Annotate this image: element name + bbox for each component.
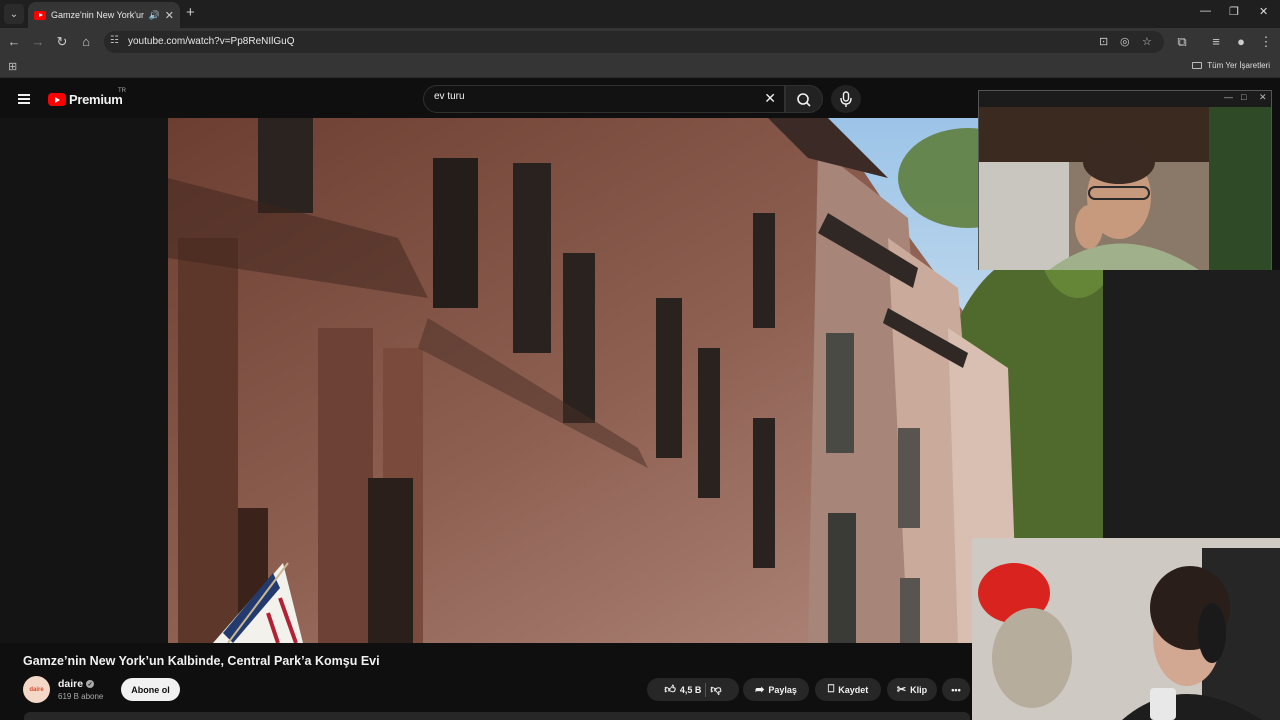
back-icon[interactable]: ←: [6, 34, 22, 49]
apps-grid-icon[interactable]: ⊞: [8, 60, 17, 73]
forward-icon[interactable]: →: [30, 34, 46, 49]
channel-name-text[interactable]: daire: [58, 678, 83, 690]
speaker-icon[interactable]: 🔊: [149, 10, 160, 21]
home-icon[interactable]: ⌂: [78, 34, 94, 49]
country-code: TR: [118, 88, 126, 94]
mic-icon: [840, 91, 852, 107]
youtube-logo[interactable]: Premium TR: [48, 88, 126, 107]
save-label: Kaydet: [838, 684, 869, 695]
like-count[interactable]: 4,5 B: [680, 685, 702, 695]
channel-name[interactable]: daire ✓: [58, 678, 95, 690]
like-divider: [705, 682, 707, 697]
url-text[interactable]: youtube.com/watch?v=Pp8ReNIlGuQ: [128, 36, 294, 47]
minimize-button[interactable]: —: [1200, 5, 1211, 17]
secondary-column: [1103, 270, 1280, 540]
webcam-feed-bottom: [972, 538, 1280, 720]
webcam-maximize-icon[interactable]: □: [1241, 92, 1246, 102]
like-icon[interactable]: 👍︎: [664, 683, 676, 696]
browser-tab[interactable]: Gamze'nin New York'un Kalbinde, Central …: [28, 2, 180, 28]
voice-search-button[interactable]: [831, 85, 861, 113]
share-label: Paylaş: [768, 684, 797, 695]
webcam-window-top[interactable]: — □ ✕: [978, 90, 1272, 270]
verified-icon: ✓: [86, 680, 95, 688]
site-info-icon[interactable]: ☷: [110, 35, 119, 46]
youtube-play-icon: [48, 93, 66, 106]
webcam-close-icon[interactable]: ✕: [1259, 92, 1267, 103]
queue-icon[interactable]: ≡: [1208, 34, 1224, 49]
install-icon[interactable]: ⊡: [1099, 35, 1108, 48]
star-icon[interactable]: ☆: [1142, 35, 1152, 48]
video-title: Gamze’nin New York’un Kalbinde, Central …: [23, 654, 380, 668]
video-frame: [168, 118, 1103, 643]
clear-search-icon[interactable]: ✕: [764, 90, 776, 107]
eye-off-icon[interactable]: ◎: [1120, 35, 1130, 48]
reload-icon[interactable]: ↻: [54, 34, 70, 50]
dislike-icon[interactable]: 👎︎: [710, 683, 721, 696]
scissors-icon: ✂: [896, 684, 907, 696]
share-button[interactable]: ➦ Paylaş: [743, 678, 809, 701]
menu-icon[interactable]: [18, 94, 30, 104]
subscriber-count: 619 B abone: [58, 692, 104, 701]
more-icon[interactable]: ⋮: [1258, 34, 1274, 50]
search-box[interactable]: ✕: [423, 85, 785, 113]
clip-label: Klip: [910, 684, 928, 695]
tab-search-button[interactable]: ⌄: [4, 4, 24, 24]
tab-close-icon[interactable]: ✕: [165, 9, 174, 22]
all-bookmarks-label: Tüm Yer İşaretleri: [1207, 61, 1270, 70]
webcam-feed-top: [979, 107, 1271, 270]
video-player[interactable]: [168, 118, 1103, 643]
webcam-titlebar: — □ ✕: [979, 91, 1271, 107]
more-actions-button[interactable]: •••: [942, 678, 970, 701]
bookmark-icon: ⎕: [827, 683, 835, 695]
tab-title: Gamze'nin New York'un Kalbinde, Central …: [51, 10, 144, 20]
search-icon: [797, 93, 811, 107]
share-icon: ➦: [755, 684, 765, 696]
description-box[interactable]: [24, 712, 970, 720]
all-bookmarks[interactable]: Tüm Yer İşaretleri: [1192, 61, 1270, 70]
webcam-feed-bottom-frame: [972, 538, 1280, 720]
browser-tabstrip: ⌄ Gamze'nin New York'un Kalbinde, Centra…: [0, 0, 1280, 28]
more-actions-icon: •••: [951, 684, 961, 695]
close-window-button[interactable]: ✕: [1259, 5, 1268, 18]
webcam-minimize-icon[interactable]: —: [1224, 92, 1233, 102]
channel-avatar[interactable]: daire: [23, 676, 50, 703]
search-input[interactable]: [434, 91, 734, 102]
profile-icon[interactable]: ●: [1233, 34, 1249, 49]
clip-button[interactable]: ✂ Klip: [887, 678, 937, 701]
subscribe-button[interactable]: Abone ol: [121, 678, 180, 701]
youtube-favicon-icon: [34, 10, 46, 20]
address-bar[interactable]: ☷ youtube.com/watch?v=Pp8ReNIlGuQ ⊡ ◎ ☆: [104, 31, 1164, 53]
save-button[interactable]: ⎕ Kaydet: [815, 678, 881, 701]
browser-toolbar: ← → ↻ ⌂ ☷ youtube.com/watch?v=Pp8ReNIlGu…: [0, 28, 1280, 56]
folder-icon: [1192, 62, 1203, 69]
logo-text: Premium: [69, 92, 123, 107]
bookmarks-bar: ⊞ Tüm Yer İşaretleri: [0, 56, 1280, 78]
new-tab-button[interactable]: +: [186, 4, 195, 21]
restore-button[interactable]: ❐: [1229, 5, 1239, 18]
search-button[interactable]: [785, 85, 823, 113]
like-dislike-group: 👍︎ 4,5 B 👎︎: [647, 678, 739, 701]
extensions-icon[interactable]: ⧉: [1174, 34, 1190, 50]
